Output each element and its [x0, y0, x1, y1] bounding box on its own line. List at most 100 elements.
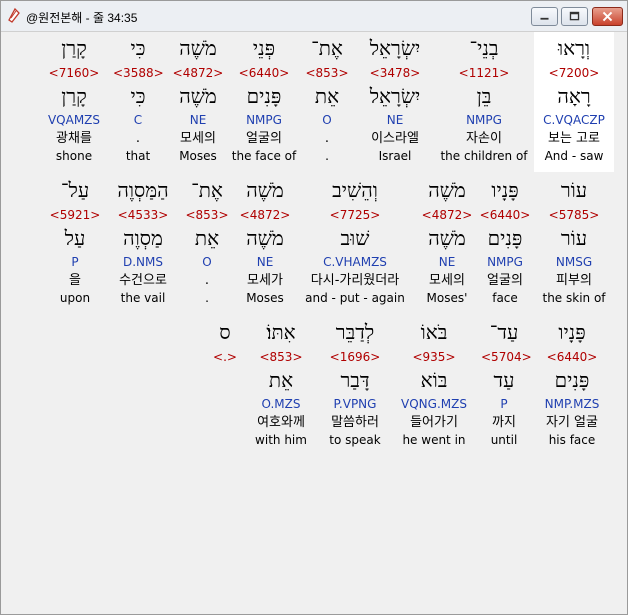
morphology-code: NMPG — [487, 255, 523, 269]
morphology-code: C.VHAMZS — [323, 255, 387, 269]
morphology-code: VQNG.MZS — [401, 397, 467, 411]
title-bar[interactable]: @원전본해 - 줄 34:35 — [1, 1, 627, 32]
hebrew-word: מֹשֶׁה — [246, 178, 284, 202]
strong-number[interactable]: <6440> — [535, 350, 609, 364]
korean-translation: 자손이 — [466, 131, 502, 146]
word-card[interactable]: עוֹר <5785> עוֹר NMSG 피부의 the skin of — [537, 174, 611, 314]
word-card[interactable]: בֹּאוֹ <935> בּוֹא VQNG.MZS 들어가기 he went… — [397, 316, 471, 456]
word-card[interactable]: כִּי <3588> כִּי C . that — [113, 32, 164, 172]
hebrew-word: ס — [219, 320, 231, 344]
korean-translation: 이스라엘 — [371, 131, 419, 146]
korean-translation: 다시-가리웠더라 — [310, 273, 400, 288]
word-card[interactable]: אִתּוֹ׃ <853> אֵת O.MZS 여호와께 with him — [249, 316, 313, 456]
strong-number[interactable]: <3588> — [113, 66, 164, 80]
word-card[interactable]: מֹשֶׁה <4872> מֹשֶׁה NE 모세의 Moses — [171, 32, 225, 172]
korean-translation: 까지 — [492, 415, 516, 430]
word-card[interactable]: הַמַּסְוֶה <4533> מַסְוֶה D.NMS 수건으로 the… — [109, 174, 177, 314]
word-card[interactable]: מֹשֶׁה <4872> מֹשֶׁה NE 모세의 Moses' — [419, 174, 475, 314]
english-gloss: the face of — [231, 149, 297, 163]
word-card[interactable]: בְנֵי־ <1121> בֵּן NMPG 자손이 the children… — [439, 32, 529, 172]
word-card[interactable]: לְדַבֵּר <1696> דָּבַר P.VPNG 말씀하러 to sp… — [323, 316, 387, 456]
morphology-code: P.VPNG — [333, 397, 377, 411]
korean-translation: . — [135, 131, 141, 146]
hebrew-word: פָּנָיו — [491, 178, 519, 202]
word-card[interactable]: פָּנָיו <6440> פָּנִים NMPG 얼굴의 face — [477, 174, 533, 314]
strong-number[interactable]: <1696> — [323, 350, 387, 364]
strong-number[interactable]: <7200> — [534, 66, 614, 80]
hebrew-word: אֶת־ — [311, 36, 343, 60]
strong-number[interactable]: <853> — [183, 208, 231, 222]
hebrew-lemma: עַל — [64, 226, 86, 250]
strong-number[interactable]: <7725> — [299, 208, 411, 222]
morphology-code: O — [322, 113, 332, 127]
strong-number[interactable]: <4533> — [109, 208, 177, 222]
english-gloss: the vail — [120, 291, 166, 305]
hebrew-word: וְרָאוּ — [557, 36, 591, 60]
korean-translation: 모세가 — [247, 273, 283, 288]
strong-number[interactable]: <5785> — [537, 208, 611, 222]
word-card[interactable]: עַד־ <5704> עַד P 까지 until — [481, 316, 532, 456]
morphology-code: NE — [256, 255, 274, 269]
morphology-code: C.VQACZP — [543, 113, 605, 127]
word-card[interactable]: אֶת־ <853> אֵת O . . — [301, 32, 353, 172]
korean-translation: 모세의 — [180, 131, 216, 146]
english-gloss: his face — [548, 433, 596, 447]
strong-number[interactable]: <6440> — [477, 208, 533, 222]
hebrew-word: לְדַבֵּר — [335, 320, 375, 344]
strong-number[interactable]: <4872> — [171, 66, 225, 80]
morphology-code: C — [133, 113, 143, 127]
hebrew-word: הַמַּסְוֶה — [117, 178, 169, 202]
korean-translation: 얼굴의 — [246, 131, 282, 146]
strong-number[interactable]: <853> — [301, 66, 353, 80]
english-gloss: . — [205, 291, 209, 305]
close-button[interactable] — [592, 7, 623, 26]
strong-number[interactable]: <935> — [397, 350, 471, 364]
hebrew-lemma: דָּבַר — [340, 368, 370, 392]
morphology-code: NMSG — [555, 255, 593, 269]
hebrew-lemma: בֵּן — [476, 84, 492, 108]
korean-translation: . — [324, 131, 330, 146]
word-card[interactable]: ס <.> — [209, 316, 241, 456]
maximize-button[interactable] — [561, 7, 588, 26]
korean-translation: 여호와께 — [257, 415, 305, 430]
word-card[interactable]: קָרַן <7160> קָרַן VQAMZS 광채를 shone — [41, 32, 107, 172]
strong-number[interactable]: <.> — [209, 350, 241, 364]
strong-number[interactable]: <1121> — [439, 66, 529, 80]
morphology-code: NE — [189, 113, 207, 127]
word-card[interactable]: וְרָאוּ <7200> רָאָה C.VQACZP 보는 고로 And … — [534, 32, 614, 172]
word-card[interactable]: מֹשֶׁה <4872> מֹשֶׁה NE 모세가 Moses — [237, 174, 293, 314]
strong-number[interactable]: <3478> — [359, 66, 431, 80]
hebrew-word: מֹשֶׁה — [179, 36, 217, 60]
verse-display[interactable]: וְרָאוּ <7200> רָאָה C.VQACZP 보는 고로 And … — [9, 32, 621, 610]
hebrew-word: יִשְׂרָאֵל — [369, 36, 421, 60]
word-card[interactable]: וְהֵשִׁיב <7725> שׁוּב C.VHAMZS 다시-가리웠더라… — [299, 174, 411, 314]
korean-translation: 들어가기 — [410, 415, 458, 430]
strong-number[interactable]: <4872> — [237, 208, 293, 222]
strong-number[interactable]: <7160> — [41, 66, 107, 80]
strong-number[interactable]: <5921> — [47, 208, 103, 222]
morphology-code: D.NMS — [122, 255, 163, 269]
strong-number[interactable]: <853> — [249, 350, 313, 364]
word-card[interactable]: עַל־ <5921> עַל P 을 upon — [47, 174, 103, 314]
morphology-code: P — [71, 255, 79, 269]
korean-translation: 얼굴의 — [487, 273, 523, 288]
word-card[interactable]: יִשְׂרָאֵל <3478> יִשְׂרָאֵל NE 이스라엘 Isr… — [359, 32, 431, 172]
korean-translation: 피부의 — [556, 273, 592, 288]
strong-number[interactable]: <4872> — [419, 208, 475, 222]
minimize-icon — [540, 17, 549, 20]
word-card[interactable]: פָּנָיו <6440> פָּנִים NMP.MZS 자기 얼굴 his… — [535, 316, 609, 456]
morphology-code: NE — [386, 113, 404, 127]
english-gloss: upon — [59, 291, 91, 305]
hebrew-lemma: מֹשֶׁה — [246, 226, 284, 250]
word-card[interactable]: פְּנֵי <6440> פָּנִים NMPG 얼굴의 the face … — [231, 32, 297, 172]
morphology-code: O.MZS — [261, 397, 301, 411]
hebrew-lemma: רָאָה — [557, 84, 591, 108]
strong-number[interactable]: <6440> — [231, 66, 297, 80]
hebrew-word: אֶת־ — [191, 178, 223, 202]
minimize-button[interactable] — [531, 7, 558, 26]
word-card[interactable]: אֶת־ <853> אֵת O . . — [183, 174, 231, 314]
hebrew-lemma: יִשְׂרָאֵל — [369, 84, 421, 108]
hebrew-lemma: כִּי — [130, 84, 146, 108]
strong-number[interactable]: <5704> — [481, 350, 532, 364]
hebrew-word: בְנֵי־ — [469, 36, 499, 60]
